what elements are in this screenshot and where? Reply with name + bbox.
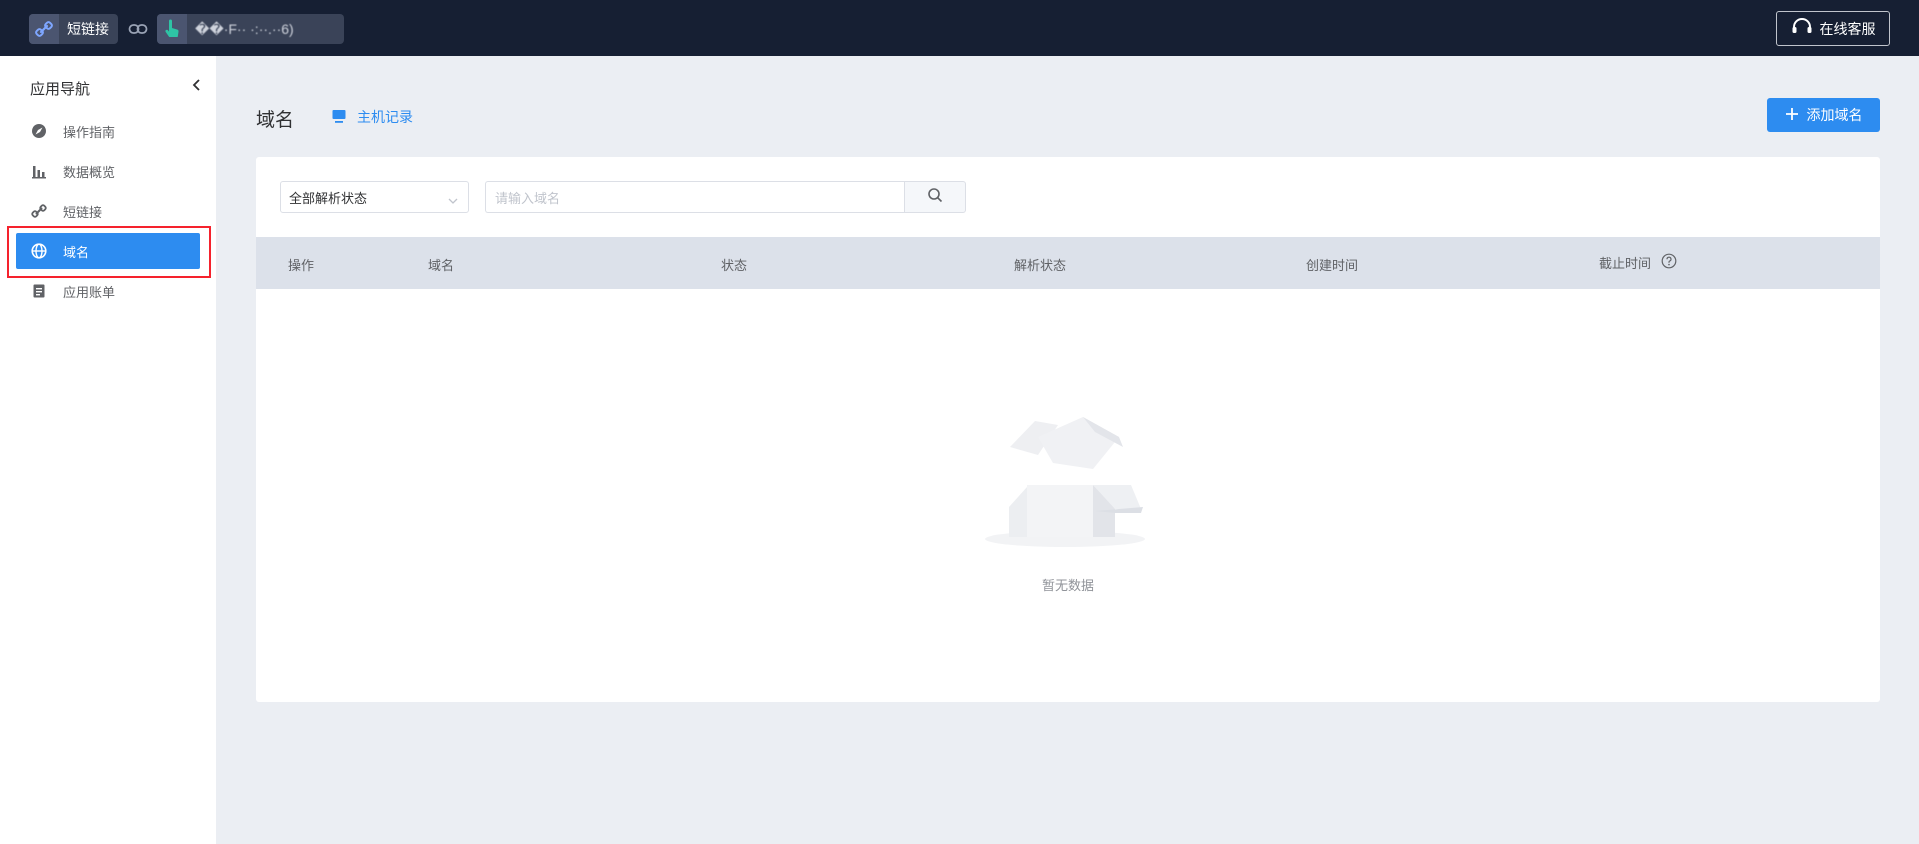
top-bar: 短链接 ��·F·· ·:··.··6) 在线客服	[0, 0, 1919, 56]
search-icon	[927, 187, 943, 208]
bill-icon	[30, 282, 48, 300]
online-service-label: 在线客服	[1819, 20, 1876, 37]
page-title: 域名	[256, 110, 295, 131]
chain-icon	[128, 20, 148, 38]
sidebar-item-label: 数据概览	[63, 164, 116, 180]
sidebar-item-overview[interactable]: 数据概览	[16, 153, 200, 189]
search-button[interactable]	[904, 181, 966, 213]
table-header: 操作 域名 状态 解析状态 创建时间 截止时间	[256, 237, 1880, 289]
bar-chart-icon	[30, 162, 48, 180]
column-header-domain: 域名	[428, 258, 455, 273]
question-circle-icon[interactable]	[1661, 253, 1677, 272]
sidebar-item-guide[interactable]: 操作指南	[16, 113, 200, 149]
add-domain-label: 添加域名	[1806, 107, 1863, 123]
compass-icon	[30, 122, 48, 140]
domain-search-input[interactable]: 请输入域名	[485, 181, 905, 213]
empty-text: 暂无数据	[1041, 578, 1094, 593]
search-placeholder: 请输入域名	[495, 190, 561, 206]
sidebar-item-label: 应用账单	[63, 284, 116, 300]
account-label: ��·F·· ·:··.··6)	[195, 20, 294, 37]
resolve-status-select[interactable]: 全部解析状态	[280, 181, 469, 213]
column-header-action: 操作	[288, 258, 315, 273]
headset-icon	[1791, 18, 1813, 39]
empty-box-icon	[256, 387, 1880, 557]
online-service-button[interactable]: 在线客服	[1776, 11, 1890, 46]
sidebar-item-label: 操作指南	[63, 124, 116, 140]
column-header-status: 状态	[721, 258, 748, 273]
empty-state: 暂无数据	[256, 387, 1880, 594]
sidebar-item-label: 短链接	[63, 204, 103, 220]
column-header-expiry-group: 截止时间	[1599, 253, 1677, 272]
column-header-expiry: 截止时间	[1599, 256, 1652, 271]
column-header-created: 创建时间	[1306, 258, 1359, 273]
resolve-status-value: 全部解析状态	[289, 190, 368, 206]
selection-highlight	[7, 226, 211, 278]
add-domain-button[interactable]: 添加域名	[1767, 98, 1880, 132]
account-selector[interactable]: ��·F·· ·:··.··6)	[157, 14, 344, 44]
column-header-resolve-status: 解析状态	[1014, 258, 1067, 273]
host-records-link[interactable]: 主机记录	[331, 107, 413, 127]
sidebar-title: 应用导航	[30, 81, 91, 98]
app-label: 短链接	[67, 21, 109, 37]
chevron-down-icon	[448, 193, 458, 204]
app-switcher[interactable]: 短链接	[29, 14, 118, 44]
monitor-icon	[331, 108, 347, 127]
plus-icon	[1785, 107, 1799, 124]
sidebar-item-shortlink[interactable]: 短链接	[16, 193, 200, 229]
domain-table-card: 全部解析状态 请输入域名 操作 域名 状态 解析状态 创建时间 截止时间 暂无数…	[256, 157, 1880, 702]
host-records-label: 主机记录	[357, 109, 413, 125]
sidebar: 应用导航 操作指南 数据概览 短链接 域名 应用账单	[0, 56, 216, 844]
link-icon	[29, 14, 59, 44]
sidebar-item-billing[interactable]: 应用账单	[16, 273, 200, 309]
collapse-sidebar-icon[interactable]	[190, 78, 204, 92]
hand-pointer-icon	[157, 14, 187, 44]
link-icon	[30, 202, 48, 220]
